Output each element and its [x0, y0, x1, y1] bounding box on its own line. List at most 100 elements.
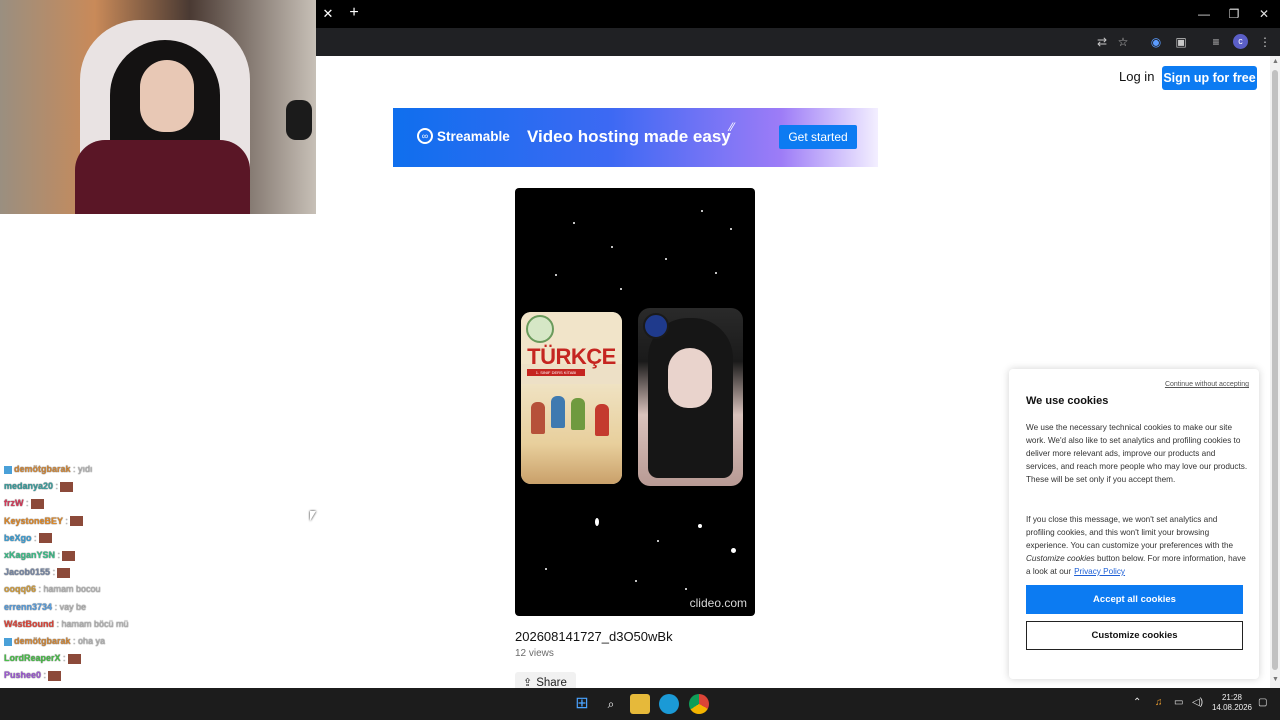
privacy-policy-link[interactable]: Privacy Policy	[1074, 567, 1125, 576]
chat-text: :	[57, 550, 61, 560]
chat-text: :	[63, 653, 66, 664]
webcam-person-shirt	[75, 140, 250, 214]
turkce-book-image: TÜRKÇE 1. SINIF DERS KİTABI	[521, 312, 622, 484]
sparkle-icon: ⁄⁄	[730, 120, 735, 134]
chrome-browser-icon[interactable]	[689, 694, 709, 714]
chat-message: LordReaperX :	[4, 653, 81, 664]
minimize-button[interactable]: —	[1189, 4, 1219, 24]
tab-close-icon[interactable]: ✕	[318, 5, 338, 23]
chat-username: LordReaperX	[4, 653, 61, 664]
page-scrollbar[interactable]: ▲ ▼	[1270, 56, 1280, 688]
cookie-p2-emphasis: Customize cookies	[1026, 554, 1095, 563]
bookmark-star-icon[interactable]: ☆	[1114, 33, 1132, 51]
chat-text: :	[26, 498, 29, 509]
chat-username: demötgbarak	[14, 636, 71, 646]
webcam-person-face	[140, 60, 194, 132]
snow-particle	[573, 222, 575, 224]
chat-username: errenn3734	[4, 601, 53, 612]
chat-text: :	[55, 481, 59, 492]
chat-message: beXgo :	[4, 533, 52, 544]
tray-overflow-icon[interactable]: ⌃	[1133, 697, 1141, 708]
restore-button[interactable]: ❐	[1219, 4, 1249, 24]
accept-all-cookies-button[interactable]: Accept all cookies	[1026, 585, 1243, 614]
chat-text: :	[65, 515, 68, 526]
edge-browser-icon[interactable]	[659, 694, 679, 714]
continue-without-accepting-link[interactable]: Continue without accepting	[1165, 381, 1249, 388]
login-link[interactable]: Log in	[1119, 69, 1154, 84]
snow-particle	[555, 274, 557, 276]
new-tab-button[interactable]: +	[344, 4, 364, 24]
mouse-cursor-icon	[310, 511, 316, 521]
windows-taskbar: ⊞ ⌕ ⌃ ♫ ▭ ◁) 21:28 14.08.2026 ▢	[0, 688, 1280, 720]
chat-username: demötgbarak	[14, 464, 71, 474]
portrait-badge-icon	[643, 313, 669, 339]
translate-icon[interactable]: ⇄	[1093, 33, 1111, 51]
snow-particle	[731, 548, 736, 553]
video-views: 12 views	[515, 648, 554, 659]
share-button[interactable]: ⇪ Share	[515, 672, 576, 688]
microphone-icon[interactable]: ♫	[1155, 697, 1163, 708]
chat-text: : oha ya	[73, 636, 106, 646]
chat-username: ooqq06	[4, 584, 37, 595]
video-watermark: clideo.com	[689, 596, 747, 610]
menu-kebab-icon[interactable]: ⋮	[1256, 33, 1274, 51]
scrollbar-thumb[interactable]	[1272, 70, 1278, 670]
chat-message: errenn3734 : vay be	[4, 602, 86, 612]
scroll-up-icon[interactable]: ▲	[1272, 58, 1279, 65]
scroll-down-icon[interactable]: ▼	[1272, 676, 1279, 683]
chat-message: medanya20 :	[4, 481, 74, 492]
volume-icon[interactable]: ◁)	[1192, 697, 1203, 708]
chat-username: Jacob0155	[4, 567, 51, 578]
snow-particle	[595, 518, 599, 526]
snow-particle	[701, 210, 703, 212]
notifications-icon[interactable]: ▢	[1258, 697, 1267, 708]
chat-emote-icon	[62, 550, 76, 561]
get-started-button[interactable]: Get started	[779, 125, 857, 149]
windows-start-icon[interactable]: ⊞	[572, 694, 592, 714]
cookie-p2-text-a: If you close this message, we won't set …	[1026, 515, 1234, 550]
cookie-dialog: Continue without accepting We use cookie…	[1009, 369, 1259, 679]
chat-text: : yıdı	[73, 464, 93, 474]
chat-message: frzW :	[4, 498, 44, 510]
chat-message: demötgbarak : yıdı	[4, 464, 93, 474]
network-icon[interactable]: ▭	[1174, 697, 1183, 708]
signup-button[interactable]: Sign up for free	[1162, 66, 1257, 90]
share-label: Share	[536, 677, 567, 688]
book-illustration	[521, 384, 622, 484]
extensions-puzzle-icon[interactable]: ▣	[1172, 33, 1190, 51]
media-control-icon[interactable]: ≡	[1207, 33, 1225, 51]
book-title: TÜRKÇE	[527, 344, 616, 369]
chat-username: xKaganYSN	[4, 550, 56, 560]
chat-badge-icon	[4, 637, 12, 646]
illustration-figure	[531, 402, 545, 434]
chat-text: : vay be	[54, 601, 87, 612]
ad-banner[interactable]: ∞ Streamable Video hosting made easy ⁄⁄ …	[393, 108, 878, 167]
chat-emote-icon	[60, 481, 74, 492]
chat-emote-icon	[57, 567, 71, 578]
chat-username: W4stBound	[4, 618, 54, 629]
chat-message: demötgbarak : oha ya	[4, 636, 105, 646]
stream-chat-overlay: demötgbarak : yıdı medanya20 : frzW : Keyst…	[0, 444, 200, 720]
snow-particle	[715, 272, 717, 274]
chat-message: xKaganYSN :	[4, 550, 76, 561]
chat-text: :	[52, 567, 56, 578]
video-title: 202608141727_d3O50wBk	[515, 629, 673, 644]
video-player[interactable]: TÜRKÇE 1. SINIF DERS KİTABI clideo.com	[515, 188, 755, 616]
chat-message: Pushee0 :	[4, 670, 62, 682]
portrait-image	[638, 308, 743, 486]
file-explorer-icon[interactable]	[630, 694, 650, 714]
chat-text: :	[43, 670, 47, 681]
cookie-paragraph-2: If you close this message, we won't set …	[1026, 513, 1248, 578]
book-subtitle: 1. SINIF DERS KİTABI	[527, 369, 585, 376]
chat-emote-icon	[69, 516, 83, 527]
extension-audio-icon[interactable]: ◉	[1147, 33, 1165, 51]
customize-cookies-button[interactable]: Customize cookies	[1026, 621, 1243, 650]
illustration-figure	[571, 398, 585, 430]
profile-avatar[interactable]: c	[1233, 34, 1248, 49]
system-clock[interactable]: 21:28 14.08.2026	[1210, 693, 1254, 713]
chat-username: beXgo	[4, 532, 32, 543]
chat-badge-icon	[4, 465, 12, 474]
search-icon[interactable]: ⌕	[601, 694, 621, 714]
close-window-button[interactable]: ✕	[1249, 4, 1279, 24]
chat-text: :	[34, 532, 37, 543]
